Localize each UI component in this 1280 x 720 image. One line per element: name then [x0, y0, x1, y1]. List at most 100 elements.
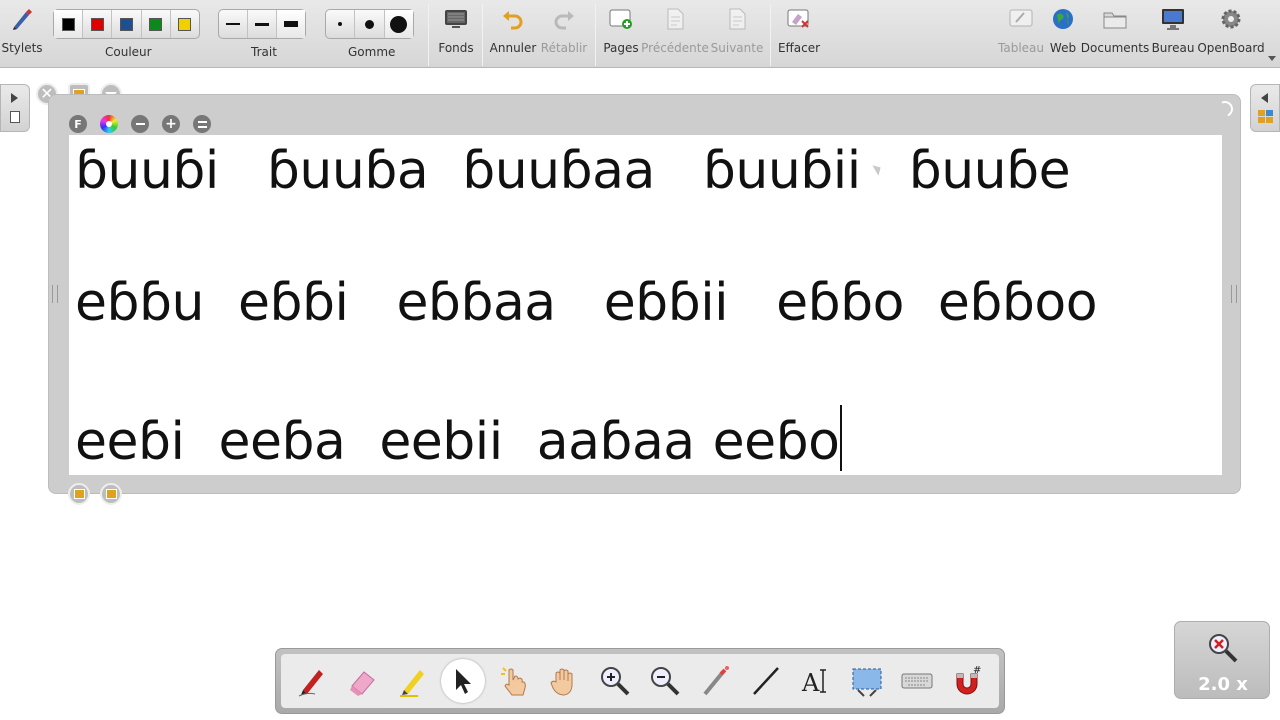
- line-tool[interactable]: [744, 659, 788, 703]
- small-dot-icon: [338, 22, 343, 26]
- eraser-small[interactable]: [326, 10, 356, 38]
- desktop-icon: [1160, 6, 1186, 32]
- text-widget[interactable]: F + ɓuuɓi ɓuuɓa ɓuuɓaa ɓuuɓii ɓuuɓe eɓɓu eɓɓi…: [48, 94, 1241, 494]
- eraser-medium[interactable]: [355, 10, 385, 38]
- layer-up-icon: [105, 489, 117, 499]
- zoom-indicator[interactable]: 2.0 x: [1174, 621, 1270, 699]
- right-resize-handle[interactable]: [1231, 285, 1237, 303]
- left-panel-tab[interactable]: [0, 84, 30, 132]
- rotate-handle-icon[interactable]: [1214, 98, 1236, 120]
- color-green[interactable]: [142, 10, 171, 38]
- color-red[interactable]: [83, 10, 113, 38]
- color-yellow[interactable]: [171, 10, 199, 38]
- zoom-in-tool[interactable]: [593, 659, 637, 703]
- text-line-3: eeɓi eeɓa eebii aaɓaa eeɓo: [75, 405, 843, 472]
- word: ɓuuɓe: [908, 141, 1071, 201]
- word: aaɓaa: [536, 412, 695, 472]
- stylets-label: Stylets: [1, 41, 43, 55]
- precedente-label: Précédente: [641, 41, 709, 55]
- word: eɓɓaa: [396, 273, 556, 333]
- word: eeɓa: [218, 412, 346, 472]
- red-pen-icon: [298, 670, 324, 697]
- undo-icon: [500, 6, 526, 32]
- tableau-button[interactable]: Tableau: [998, 0, 1044, 68]
- expand-right-icon: [11, 93, 18, 103]
- zoom-reset-icon: [1209, 634, 1238, 663]
- word: eeɓo: [712, 412, 840, 472]
- text-edit-area[interactable]: ɓuuɓi ɓuuɓa ɓuuɓaa ɓuuɓii ɓuuɓe eɓɓu eɓɓi eɓɓa…: [69, 135, 1222, 475]
- line-width-thick[interactable]: [277, 10, 305, 38]
- move-back-button[interactable]: [68, 483, 90, 505]
- word: ɓuuɓa: [266, 141, 429, 201]
- gear-icon: [1218, 6, 1244, 32]
- color-swatch: [149, 17, 163, 31]
- word: eɓɓu: [75, 273, 204, 333]
- interact-tool[interactable]: [492, 659, 536, 703]
- tableau-label: Tableau: [998, 41, 1044, 55]
- highlighter-tool[interactable]: [391, 659, 435, 703]
- screen-capture-icon: [852, 668, 882, 697]
- eraser-tool[interactable]: [341, 659, 385, 703]
- keyboard-icon: [901, 673, 933, 689]
- pages-thumbnail-icon: [10, 111, 20, 123]
- word: eeɓi: [75, 412, 185, 472]
- word: ɓuuɓaa: [462, 141, 655, 201]
- globe-icon: [1050, 6, 1076, 32]
- laser-pointer-tool[interactable]: [694, 659, 738, 703]
- eraser-size-group: [325, 9, 414, 39]
- pages-button[interactable]: Pages: [602, 0, 640, 68]
- add-page-icon: [608, 6, 634, 32]
- bureau-button[interactable]: Bureau: [1152, 0, 1194, 68]
- text-color-button[interactable]: [100, 115, 118, 133]
- web-button[interactable]: Web: [1046, 0, 1080, 68]
- right-panel-tab[interactable]: [1250, 84, 1280, 132]
- snap-magnet-tool[interactable]: #: [946, 659, 990, 703]
- precedente-button[interactable]: Précédente: [641, 0, 709, 68]
- annuler-label: Annuler: [489, 41, 537, 55]
- annuler-button[interactable]: Annuler: [490, 0, 536, 68]
- menu-arrow-icon[interactable]: [1268, 56, 1276, 61]
- clear-page-icon: [786, 6, 812, 32]
- effacer-button[interactable]: Effacer: [778, 0, 820, 68]
- documents-button[interactable]: Documents: [1081, 0, 1149, 68]
- eraser-large[interactable]: [384, 10, 413, 38]
- next-page-icon: [724, 6, 750, 32]
- increase-font-button[interactable]: +: [162, 115, 180, 133]
- left-resize-handle[interactable]: [52, 285, 58, 303]
- suivante-button[interactable]: Suivante: [710, 0, 764, 68]
- folder-icon: [1102, 6, 1128, 32]
- retablir-button[interactable]: Rétablir: [541, 0, 587, 68]
- word: eɓɓii: [603, 273, 729, 333]
- pointing-hand-icon: [500, 667, 526, 696]
- fonds-button[interactable]: Fonds: [436, 0, 476, 68]
- zoom-out-tool[interactable]: [643, 659, 687, 703]
- line-width-medium[interactable]: [248, 10, 277, 38]
- redo-icon: [551, 6, 577, 32]
- capture-tool[interactable]: [845, 659, 889, 703]
- web-label: Web: [1049, 41, 1077, 55]
- font-button[interactable]: F: [69, 115, 87, 133]
- pen-tool[interactable]: [290, 659, 334, 703]
- svg-text:#: #: [973, 665, 981, 676]
- plus-icon: +: [165, 116, 177, 132]
- layer-down-icon: [73, 489, 85, 499]
- virtual-keyboard-tool[interactable]: [895, 659, 939, 703]
- background-icon: [443, 6, 469, 32]
- color-group: [53, 9, 200, 39]
- color-swatch: [90, 17, 104, 31]
- text-line-2: eɓɓu eɓɓi eɓɓaa eɓɓii eɓɓo eɓɓoo: [75, 273, 1131, 333]
- fonds-label: Fonds: [438, 41, 474, 55]
- stylets-button[interactable]: Stylets: [1, 0, 43, 68]
- align-button[interactable]: [193, 115, 211, 133]
- line-width-thin[interactable]: [219, 10, 248, 38]
- top-toolbar: Stylets Couleur Trait Gomme Fonds Annule…: [0, 0, 1280, 68]
- pan-tool[interactable]: [542, 659, 586, 703]
- color-blue[interactable]: [112, 10, 142, 38]
- move-front-button[interactable]: [100, 483, 122, 505]
- color-black[interactable]: [54, 10, 84, 38]
- decrease-font-button[interactable]: [131, 115, 149, 133]
- openboard-button[interactable]: OpenBoard: [1197, 0, 1265, 68]
- selector-tool[interactable]: [441, 659, 486, 703]
- text-caret: [840, 405, 843, 471]
- text-tool[interactable]: A: [794, 659, 838, 703]
